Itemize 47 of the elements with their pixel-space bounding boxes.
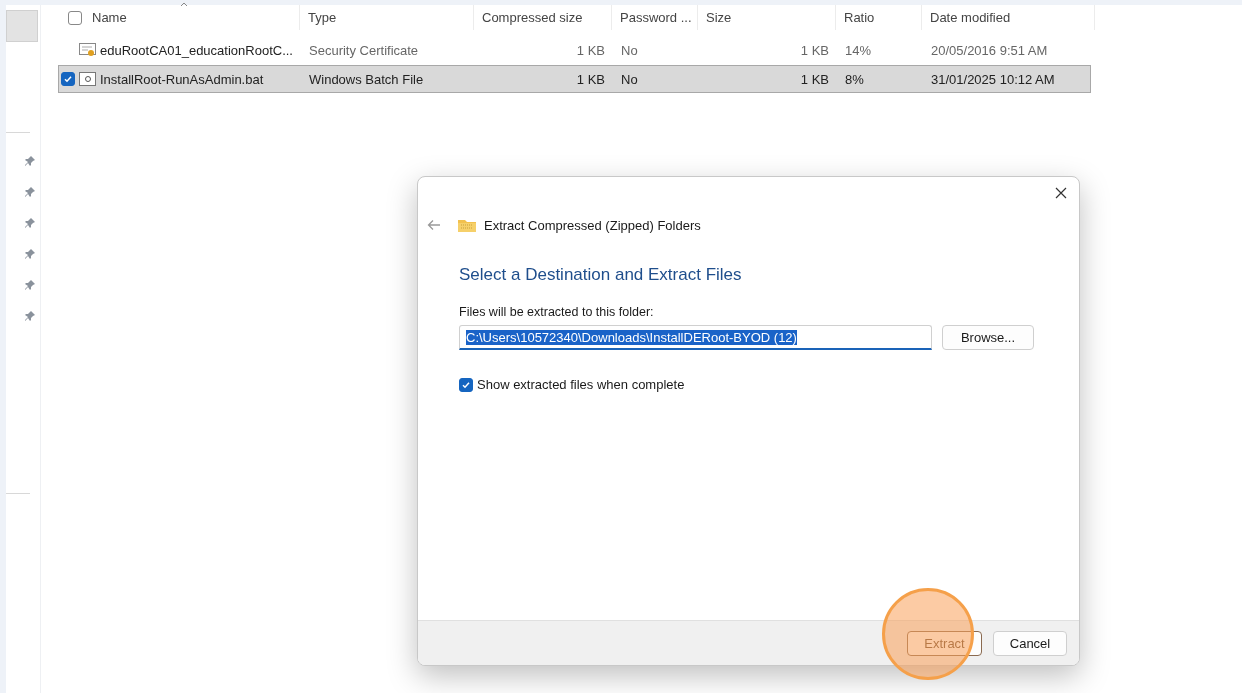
pin-icon[interactable]: [24, 279, 36, 291]
table-cell-text: 1 KB: [799, 71, 830, 87]
checkmark-icon: [63, 74, 73, 84]
table-cell-text: No: [620, 42, 639, 58]
file-name: InstallRoot-RunAsAdmin.bat: [100, 71, 264, 87]
checkmark-icon: [461, 379, 471, 390]
table-cell-text: 1 KB: [799, 42, 830, 58]
row-checkbox[interactable]: [61, 72, 75, 86]
select-all-checkbox[interactable]: [68, 10, 82, 25]
table-cell-text: 14%: [844, 42, 873, 58]
close-icon[interactable]: [1053, 185, 1069, 201]
sort-caret-icon: [180, 2, 188, 7]
table-cell-text: 1 KB: [575, 42, 606, 58]
pin-icon[interactable]: [24, 310, 36, 322]
column-header[interactable]: Name: [92, 10, 127, 25]
pin-icon[interactable]: [24, 186, 36, 198]
file-name: eduRootCA01_educationRootC...: [100, 42, 293, 58]
file-row[interactable]: InstallRoot-RunAsAdmin.bat Windows Batch File 1 KB No 1 KB 8% 31/01/2025 10:12 AM: [58, 65, 1091, 93]
column-header[interactable]: Type: [308, 10, 337, 25]
path-input-field[interactable]: C:\Users\10572340\Downloads\InstallDERoot-BYOD (12): [459, 325, 932, 350]
dialog-title: Extract Compressed (Zipped) Folders: [484, 217, 701, 233]
column-header[interactable]: Date modified: [930, 10, 1011, 25]
field-label: Files will be extracted to this folder:: [459, 305, 655, 319]
table-cell-text: Security Certificate: [308, 42, 420, 58]
column-header[interactable]: Ratio: [844, 10, 875, 25]
column-header[interactable]: Password ...: [620, 10, 692, 25]
pin-icon[interactable]: [24, 155, 36, 167]
back-arrow-icon[interactable]: [426, 217, 442, 233]
table-cell-text: 20/05/2016 9:51 AM: [930, 42, 1049, 58]
table-cell-text: 1 KB: [575, 71, 606, 87]
table-cell-text: 31/01/2025 10:12 AM: [930, 71, 1056, 87]
pin-icon[interactable]: [24, 248, 36, 260]
certificate-icon: [79, 42, 96, 58]
table-cell-text: 8%: [844, 71, 865, 87]
column-header[interactable]: Compressed size: [482, 10, 583, 25]
show-files-checkbox[interactable]: [459, 377, 473, 392]
column-header[interactable]: Size: [706, 10, 732, 25]
checkbox-label: Show extracted files when complete: [477, 377, 685, 392]
file-row[interactable]: eduRootCA01_educationRootC... Security Certificate 1 KB No 1 KB 14% 20/05/2016 9:51 AM: [58, 36, 1091, 64]
cancel-button[interactable]: Cancel: [993, 630, 1067, 656]
table-cell-text: Windows Batch File: [308, 71, 425, 87]
pin-icon[interactable]: [24, 217, 36, 229]
zip-folder-icon: [458, 218, 476, 232]
sidebar-tile: [6, 10, 38, 42]
browse-button[interactable]: Browse...: [942, 325, 1034, 350]
table-cell-text: No: [620, 71, 639, 87]
dialog-heading: Select a Destination and Extract Files: [459, 265, 743, 285]
